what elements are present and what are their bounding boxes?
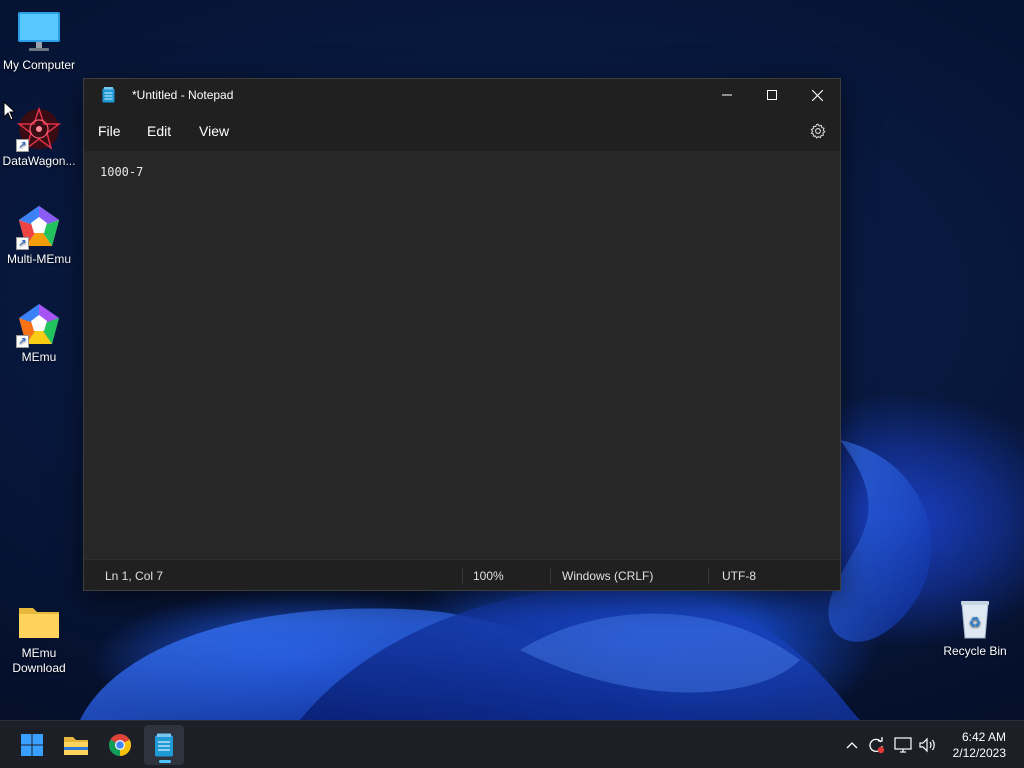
mouse-cursor-icon (3, 101, 15, 121)
network-icon (894, 737, 912, 753)
volume-tray-button[interactable] (918, 735, 938, 755)
menu-bar: File Edit View (84, 111, 840, 151)
show-hidden-icons-button[interactable] (842, 735, 862, 755)
volume-icon (919, 737, 935, 753)
maximize-button[interactable] (749, 79, 795, 111)
desktop-icon-memu-download[interactable]: MEmu Download (0, 598, 78, 676)
status-divider (462, 568, 463, 584)
desktop-icon-label: MEmu Download (12, 646, 66, 675)
network-tray-button[interactable] (893, 735, 913, 755)
status-zoom[interactable]: 100% (473, 569, 504, 583)
chrome-button[interactable] (100, 725, 140, 765)
memu-icon: ↗ (16, 302, 62, 348)
desktop-icon-label: Multi-MEmu (6, 252, 71, 266)
multi-memu-icon: ↗ (16, 204, 62, 250)
notepad-icon (155, 733, 173, 757)
folder-icon (16, 598, 62, 644)
desktop-icon-recycle-bin[interactable]: ♻ Recycle Bin (936, 596, 1014, 659)
shortcut-arrow-icon: ↗ (16, 139, 29, 152)
shortcut-arrow-icon: ↗ (16, 335, 29, 348)
file-explorer-button[interactable] (56, 725, 96, 765)
notepad-taskbar-button[interactable] (144, 725, 184, 765)
status-encoding: UTF-8 (722, 569, 756, 583)
text-editor-area[interactable]: 1000-7 (84, 151, 840, 559)
desktop: My Computer ↗ DataWagon... ↗ Multi-MEmu … (0, 0, 1024, 720)
recycle-bin-icon: ♻ (952, 596, 998, 642)
desktop-icon-my-computer[interactable]: My Computer (0, 10, 78, 73)
start-icon (21, 734, 43, 756)
taskbar: 6:42 AM 2/12/2023 (0, 720, 1024, 768)
desktop-icon-label: Recycle Bin (943, 644, 1007, 658)
minimize-icon (722, 94, 732, 96)
desktop-icon-memu[interactable]: ↗ MEmu (0, 302, 78, 365)
file-explorer-icon (64, 737, 88, 755)
menu-edit[interactable]: Edit (147, 123, 171, 139)
status-cursor-position: Ln 1, Col 7 (105, 569, 164, 583)
clock-time: 6:42 AM (961, 730, 1006, 744)
status-divider (708, 568, 709, 584)
settings-gear-icon[interactable] (810, 123, 826, 139)
window-title: *Untitled - Notepad (132, 88, 234, 102)
svg-text:♻: ♻ (969, 615, 982, 631)
taskbar-clock[interactable]: 6:42 AM 2/12/2023 (953, 729, 1006, 761)
desktop-icon-label: DataWagon... (2, 154, 76, 168)
minimize-button[interactable] (704, 79, 750, 111)
active-app-indicator (159, 760, 171, 763)
close-button[interactable] (794, 79, 840, 111)
notepad-window[interactable]: *Untitled - Notepad File Edit View 1000-… (83, 78, 841, 591)
notepad-app-icon (102, 87, 115, 103)
title-bar[interactable]: *Untitled - Notepad (84, 79, 840, 111)
status-bar: Ln 1, Col 7 100% Windows (CRLF) UTF-8 (84, 559, 840, 590)
desktop-icon-label: MEmu (21, 350, 57, 364)
datawagon-icon: ↗ (16, 106, 62, 152)
status-divider (550, 568, 551, 584)
chrome-icon (109, 734, 131, 756)
menu-file[interactable]: File (98, 123, 121, 139)
shortcut-arrow-icon: ↗ (16, 237, 29, 250)
desktop-icon-label: My Computer (2, 58, 76, 72)
chevron-up-icon (846, 742, 858, 749)
monitor-icon (16, 10, 62, 56)
maximize-icon (767, 90, 777, 100)
close-icon (811, 89, 823, 101)
desktop-icon-multi-memu[interactable]: ↗ Multi-MEmu (0, 204, 78, 267)
clock-date: 2/12/2023 (952, 746, 1006, 760)
sync-icon (869, 737, 885, 754)
start-button[interactable] (12, 725, 52, 765)
status-line-endings: Windows (CRLF) (562, 569, 654, 583)
menu-view[interactable]: View (199, 123, 229, 139)
sync-tray-button[interactable] (866, 735, 886, 755)
editor-text: 1000-7 (100, 165, 144, 179)
